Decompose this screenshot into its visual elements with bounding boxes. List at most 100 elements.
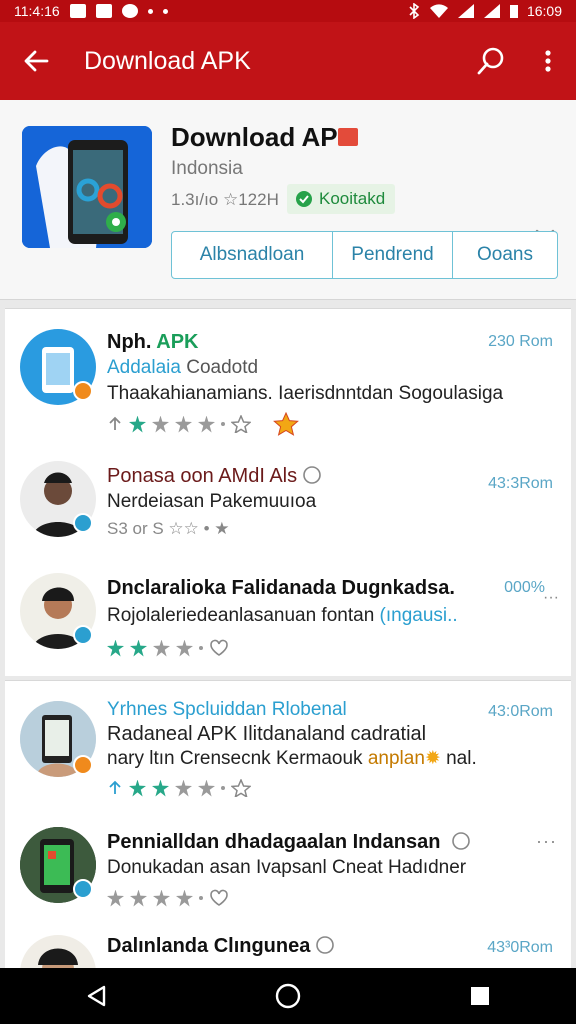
info-icon [452,832,470,850]
badge-icon [73,879,93,899]
star-outline-icon [231,779,251,797]
tab-button-2[interactable]: Pendrend [333,231,453,279]
app-bar: Download APK [0,22,576,100]
rating-row [107,887,229,909]
item-description: Radaneal APK Ilitdanaland cadratial [107,723,427,745]
list-item[interactable]: Ponasa oon AMdI Als Nerdeiasan Pakemuuıo… [5,437,571,555]
badge-icon [73,755,93,775]
share-icon [109,780,121,794]
list-item[interactable]: Nph. APK Addalaia Coadotd Thaakahianamia… [5,309,571,437]
star-outline-icon [231,415,251,433]
item-subtitle: Addalaia Coadotd [107,357,259,378]
verified-label: Kooitakd [319,189,386,208]
item-title: Yrhnes Spcluiddan Rlobenal [107,699,347,720]
badge-icon [73,381,93,401]
status-time-right: 16:09 [526,3,562,19]
rating-row [107,777,251,799]
item-time: 43:0Rom [488,703,553,720]
more-icon[interactable]: ··· [543,589,559,607]
star-icon [175,779,192,797]
nav-home-icon [275,983,301,1009]
star-icon [175,415,192,433]
image-icon [95,4,112,18]
star-icon [129,779,146,797]
item-time: 230 Rom [488,333,553,350]
back-button[interactable] [0,22,72,100]
star-icon [176,889,193,907]
heart-icon [210,639,228,656]
item-description: Thaakahianamians. Iaerisdnntdan Sogoulas… [107,383,504,404]
dot-icon [162,8,168,14]
badge-icon [73,625,93,645]
item-meta: S3 or S ☆☆ • ★ [107,519,230,538]
search-button[interactable] [464,22,520,100]
share-icon [109,416,121,430]
item-description-2: nary ltın Crensecnk Kermaouk anplan✹ nal… [107,748,477,769]
dot-icon [199,646,203,650]
verified-icon [296,191,312,207]
signal-icon [483,4,500,18]
notification-icon [69,4,86,18]
star-icon [176,639,193,657]
list-item[interactable]: Dnclaralioka Falidanada Dugnkadsa. Rojol… [5,555,571,677]
dot-icon [199,896,203,900]
nav-back-button[interactable] [66,968,126,1024]
star-icon [130,889,147,907]
star-icon [152,779,169,797]
star-icon [129,415,146,433]
person-icon [38,948,78,969]
page-title: Download APK [84,46,251,75]
item-description: Donukadan asan Ivapsanl Cneat Hadıdner [107,857,467,878]
badge-icon [73,513,93,533]
rating-row [107,412,299,436]
nav-home-button[interactable] [258,968,318,1024]
star-gold-icon [273,412,299,436]
item-description: Rojolaleriedeanlasanuan fontan (ıngausi.… [107,605,458,626]
item-time: 43³0Rom [487,939,553,956]
signal-icon [457,4,474,18]
status-time-left: 11:4:16 [14,3,60,19]
item-title: Ponasa oon AMdI Als [107,465,321,488]
star-icon [198,779,215,797]
star-icon [152,415,169,433]
nav-back-icon [87,985,106,1007]
info-icon [302,466,321,484]
verified-badge: Kooitakd [287,184,396,214]
star-icon [130,639,147,657]
battery-icon [509,5,518,18]
star-icon [153,639,170,657]
more-icon[interactable]: ··· [536,831,557,852]
item-description: Nerdeiasan Pakemuuıoa [107,491,317,512]
list-item[interactable]: Pennialldan dhadagaalan Indansan Donukad… [5,809,571,927]
overflow-menu-button[interactable] [520,22,576,100]
tab-button-3[interactable]: Ooans [453,231,558,279]
nav-recents-button[interactable] [450,968,510,1024]
avatar [20,935,96,969]
list-panel-1: Nph. APK Addalaia Coadotd Thaakahianamia… [5,308,571,676]
list-item[interactable]: Yrhnes Spcluiddan Rlobenal Radaneal APK … [5,681,571,809]
app-notification-icon [121,4,138,18]
app-icon[interactable] [22,126,152,248]
item-title: Pennialldan dhadagaalan Indansan [107,831,470,854]
item-time: 43:3Rom [488,475,553,492]
list-item[interactable]: Dalınlanda Clıngunea 43³0Rom [5,927,571,969]
system-nav-bar [0,968,576,1024]
list-panel-2: Yrhnes Spcluiddan Rlobenal Radaneal APK … [5,680,571,969]
star-icon [153,889,170,907]
phone-app-icon [22,126,152,248]
app-meta: 1.3ı/ıo ☆122H [171,190,279,209]
item-time: 000% [504,579,545,596]
star-icon [198,415,215,433]
more-vert-icon [545,50,551,72]
info-icon [316,936,334,954]
tab-button-1[interactable]: Albsnadloan [171,231,333,279]
star-icon [107,889,124,907]
app-title: Download AP [171,122,358,153]
dot-icon [147,8,153,14]
app-country: Indonsia [171,158,243,179]
arrow-back-icon [24,50,49,72]
wifi-icon [429,4,448,18]
item-title: Nph. APK [107,331,199,353]
dot-icon [221,786,225,790]
heart-icon [210,889,228,906]
